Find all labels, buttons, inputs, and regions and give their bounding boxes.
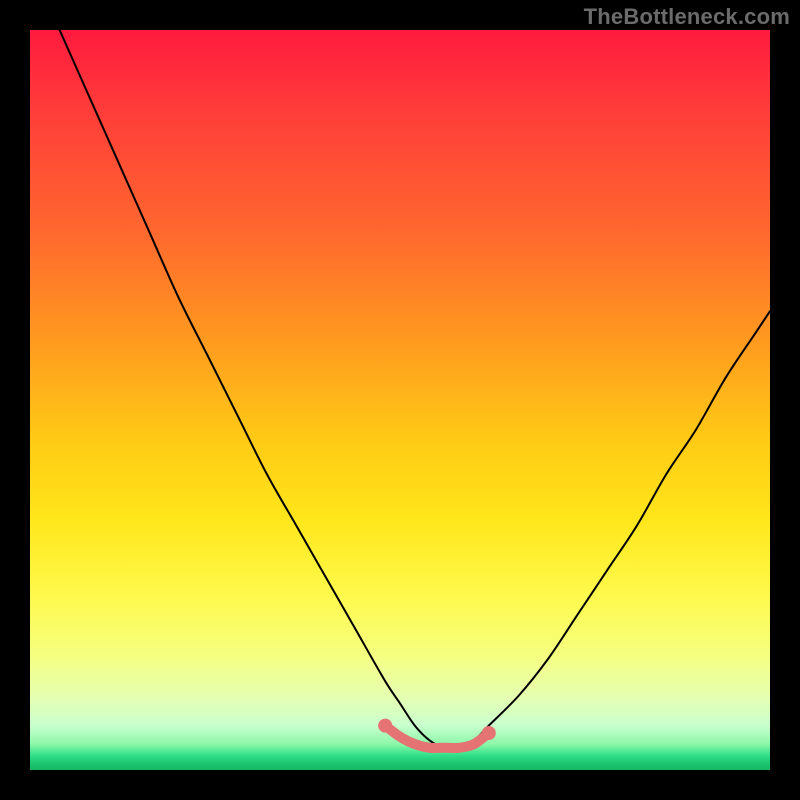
bottleneck-curve xyxy=(60,30,770,749)
optimal-range-end-dot xyxy=(482,726,496,740)
optimal-range-marker xyxy=(385,726,489,748)
optimal-range-start-dot xyxy=(378,719,392,733)
chart-frame: TheBottleneck.com xyxy=(0,0,800,800)
watermark-text: TheBottleneck.com xyxy=(584,4,790,30)
curve-layer xyxy=(30,30,770,770)
plot-area xyxy=(30,30,770,770)
